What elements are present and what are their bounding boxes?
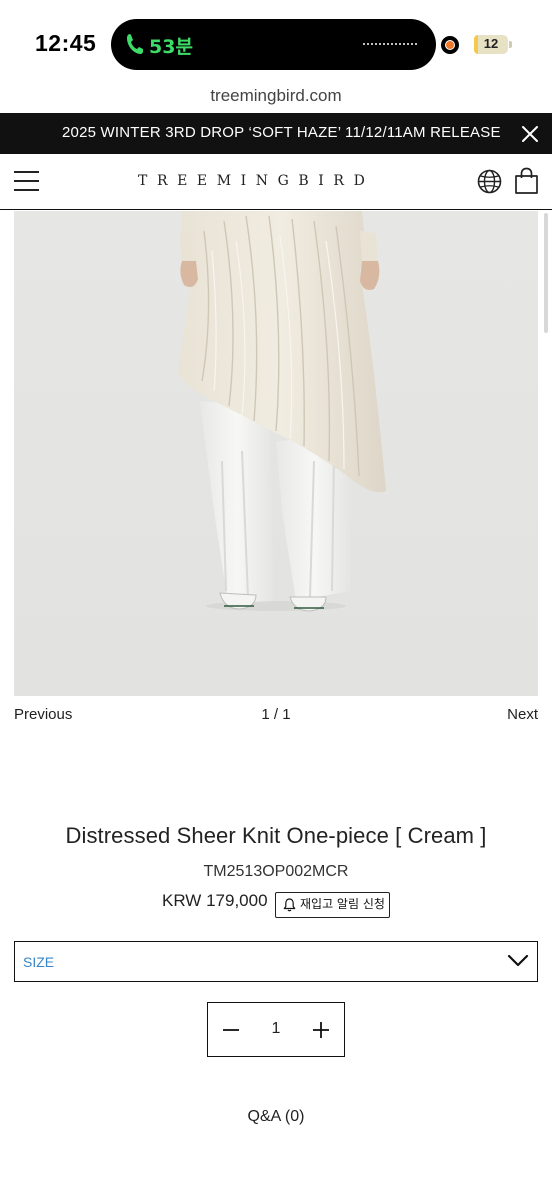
audio-wave-icon <box>363 43 419 47</box>
price-row: KRW 179,000 재입고 알림 신청 <box>0 889 552 921</box>
size-select-label: SIZE <box>23 954 55 970</box>
battery-tip <box>509 41 512 48</box>
product-image[interactable] <box>14 211 538 696</box>
page-scrollbar[interactable] <box>544 213 548 333</box>
status-bar: 12:45 53분 12 <box>0 0 552 84</box>
announcement-bar: 2025 WINTER 3RD DROP ‘SOFT HAZE’ 11/12/1… <box>0 113 552 154</box>
recording-indicator-icon <box>441 36 459 54</box>
chevron-down-icon <box>507 954 529 967</box>
battery-icon: 12 <box>474 35 508 54</box>
product-title: Distressed Sheer Knit One-piece [ Cream … <box>65 823 487 848</box>
site-header: TREEMINGBIRD <box>0 154 552 210</box>
next-button[interactable]: Next <box>507 706 538 723</box>
hamburger-menu-icon[interactable] <box>14 171 40 191</box>
brand-logo[interactable]: TREEMINGBIRD <box>138 173 374 189</box>
plus-icon[interactable] <box>312 1021 330 1039</box>
gallery-nav: Previous 1 / 1 Next <box>14 706 538 728</box>
address-bar-url[interactable]: treemingbird.com <box>0 86 552 106</box>
restock-alert-label: 재입고 알림 신청 <box>300 897 385 911</box>
shopping-bag-icon[interactable] <box>514 167 539 195</box>
model-photo <box>178 211 386 612</box>
restock-alert-button[interactable]: 재입고 알림 신청 <box>275 892 390 918</box>
globe-icon[interactable] <box>477 169 502 194</box>
dynamic-island-call[interactable]: 53분 <box>111 19 436 70</box>
image-counter: 1 / 1 <box>261 706 291 723</box>
close-icon[interactable] <box>518 122 542 146</box>
quantity-stepper: 1 <box>207 1002 345 1057</box>
call-duration: 53분 <box>149 36 193 58</box>
status-time: 12:45 <box>35 30 97 56</box>
announcement-text[interactable]: 2025 WINTER 3RD DROP ‘SOFT HAZE’ 11/12/1… <box>0 124 552 141</box>
product-sku: TM2513OP002MCR <box>203 863 349 880</box>
phone-icon <box>127 34 143 54</box>
product-price: KRW 179,000 <box>162 891 268 910</box>
size-select[interactable]: SIZE <box>14 941 538 982</box>
battery-level: 12 <box>483 36 499 51</box>
bell-icon <box>283 898 296 912</box>
qa-link[interactable]: Q&A (0) <box>0 1108 552 1126</box>
